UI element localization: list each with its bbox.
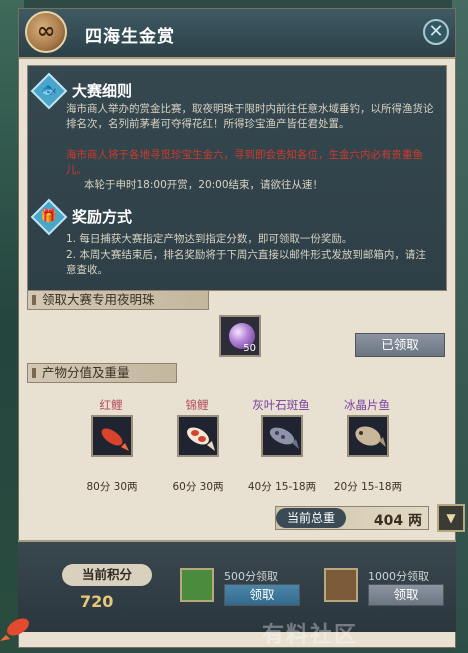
rules-paragraph-2: 海市商人将于各地寻觅珍宝生金六，寻到即会告知各位，生金六内必有贵重鱼儿。 <box>66 149 423 176</box>
total-weight-bar: 当前总重 404 两 <box>275 506 429 530</box>
rules-paragraph-1: 海市商人举办的赏金比赛，取夜明珠于限时内前往任意水域垂钓，以所得渔货论排名次，名… <box>66 103 434 130</box>
fish-name-2: 锦鲤 <box>185 398 209 412</box>
current-score-value: 720 <box>80 592 114 611</box>
fish-name-1: 红鲤 <box>99 398 123 412</box>
fish-score-2: 60分 30两 <box>172 481 224 493</box>
rules-panel: 🐟 大赛细则 海市商人举办的赏金比赛，取夜明珠于限时内前往任意水域垂钓，以所得渔… <box>27 65 447 291</box>
reward-line-2: 2. 本周大赛结束后，排名奖励将于下周六直接以邮件形式发放到邮箱内，请注意查收。 <box>66 249 426 276</box>
score-reward-bar: 当前积分 720 500分领取 领取 1000分领取 领取 <box>18 540 456 632</box>
total-weight-label: 当前总重 <box>276 508 346 528</box>
close-button[interactable]: ✕ <box>423 19 449 45</box>
red-carp-icon <box>101 428 129 451</box>
pearl-section-header: 领取大赛专用夜明珠 <box>27 290 209 310</box>
fish-slot-4[interactable] <box>347 415 389 457</box>
pearl-count: 50 <box>243 343 256 354</box>
fish-section-header: 产物分值及重量 <box>27 363 177 383</box>
fish-score-1: 80分 30两 <box>86 481 138 493</box>
koi-icon <box>187 427 215 451</box>
fish-slot-2[interactable] <box>177 415 219 457</box>
fish-score-4: 20分 15-18两 <box>333 481 403 493</box>
title-bar: ∞ 四海生金赏 ✕ <box>19 9 455 59</box>
pearl-claimed-button[interactable]: 已领取 <box>355 333 445 357</box>
fish-name-3: 灰叶石斑鱼 <box>252 398 310 412</box>
ice-flatfish-icon <box>355 426 386 447</box>
watermark-text: 有料社区 <box>261 623 358 648</box>
reward-title: 奖励方式 <box>72 208 133 226</box>
rules-title: 大赛细则 <box>72 82 133 100</box>
pearl-item-slot[interactable]: 50 <box>219 315 261 357</box>
total-weight-value: 404 两 <box>373 513 422 529</box>
claim-500-button[interactable]: 领取 <box>224 584 300 606</box>
grouper-icon <box>269 427 299 449</box>
expand-dropdown-button[interactable]: ▼ <box>437 504 465 532</box>
fish-name-4: 冰晶片鱼 <box>344 398 390 412</box>
gift-icon: 🎁 <box>30 198 68 236</box>
koi-decoration-icon <box>0 618 29 641</box>
rules-paragraph-3: 本轮于申时18:00开赏，20:00结束，请欲往从速！ <box>84 179 324 191</box>
window-title: 四海生金赏 <box>85 27 175 47</box>
current-score-label: 当前积分 <box>62 564 152 586</box>
fish-icon: 🐟 <box>30 72 68 110</box>
green-chest-icon <box>180 568 214 602</box>
event-logo-icon: ∞ <box>25 11 67 53</box>
reward-2-label: 1000分领取 <box>368 570 429 583</box>
fish-slot-1[interactable] <box>91 415 133 457</box>
reward-1-label: 500分领取 <box>224 570 278 583</box>
fish-score-3: 40分 15-18两 <box>247 481 317 493</box>
reward-line-1: 1. 每日捕获大赛指定产物达到指定分数，即可领取一份奖励。 <box>66 233 353 245</box>
wooden-chest-icon <box>324 568 358 602</box>
fish-slot-3[interactable] <box>261 415 303 457</box>
claim-1000-button[interactable]: 领取 <box>368 584 444 606</box>
